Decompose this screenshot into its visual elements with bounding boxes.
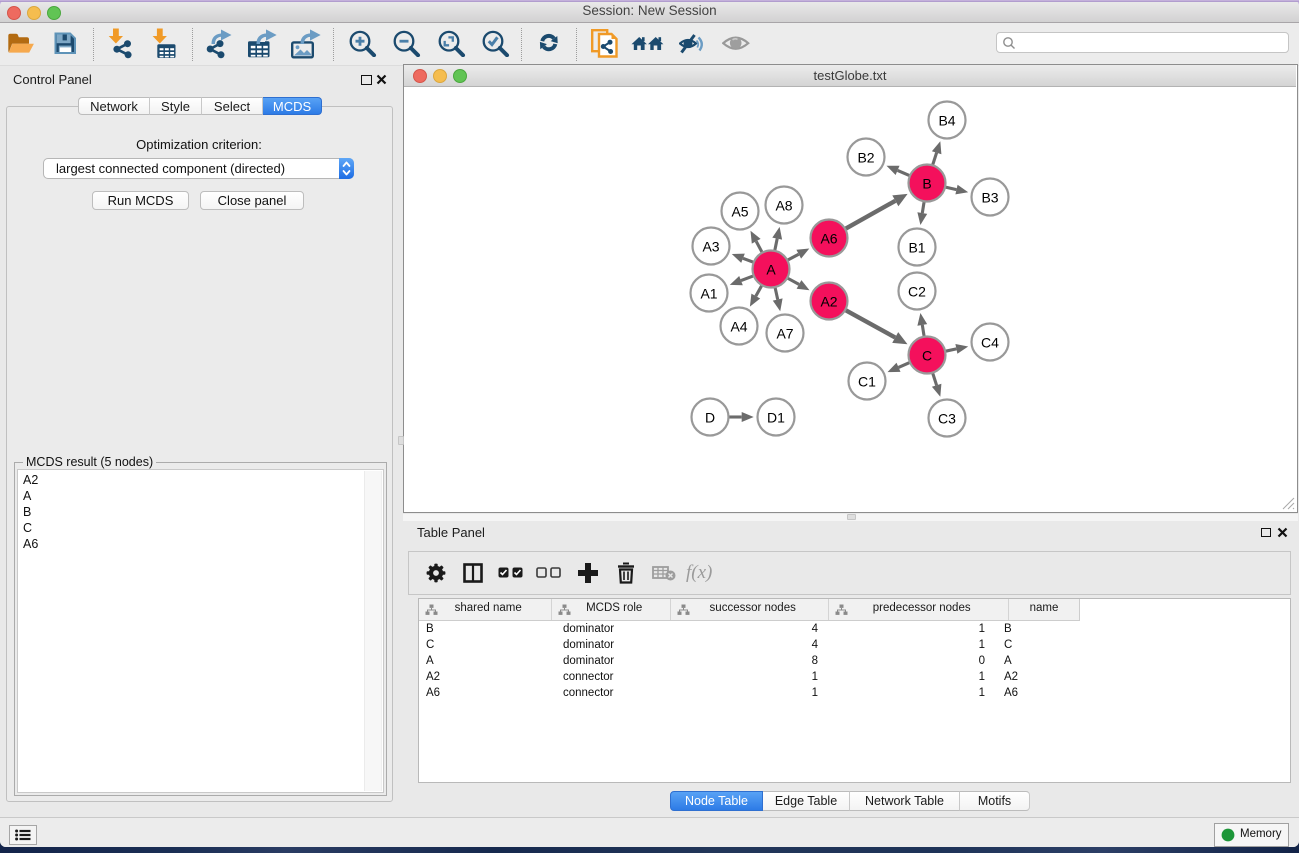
- svg-text:A1: A1: [700, 286, 717, 302]
- svg-text:D: D: [705, 410, 715, 426]
- svg-text:B1: B1: [908, 240, 925, 256]
- svg-text:A8: A8: [775, 198, 792, 214]
- svg-text:A5: A5: [731, 204, 748, 220]
- svg-text:B3: B3: [981, 190, 998, 206]
- svg-text:A2: A2: [820, 294, 837, 310]
- svg-text:A4: A4: [730, 319, 747, 335]
- svg-text:B4: B4: [938, 113, 955, 129]
- svg-text:C4: C4: [981, 335, 999, 351]
- svg-text:D1: D1: [767, 410, 785, 426]
- svg-text:C3: C3: [938, 411, 956, 427]
- svg-text:B: B: [922, 176, 931, 192]
- svg-text:A: A: [766, 262, 776, 278]
- svg-text:C: C: [922, 348, 932, 364]
- svg-text:C2: C2: [908, 284, 926, 300]
- svg-text:C1: C1: [858, 374, 876, 390]
- svg-text:A6: A6: [820, 231, 837, 247]
- svg-text:A7: A7: [776, 326, 793, 342]
- svg-text:B2: B2: [857, 150, 874, 166]
- svg-text:A3: A3: [702, 239, 719, 255]
